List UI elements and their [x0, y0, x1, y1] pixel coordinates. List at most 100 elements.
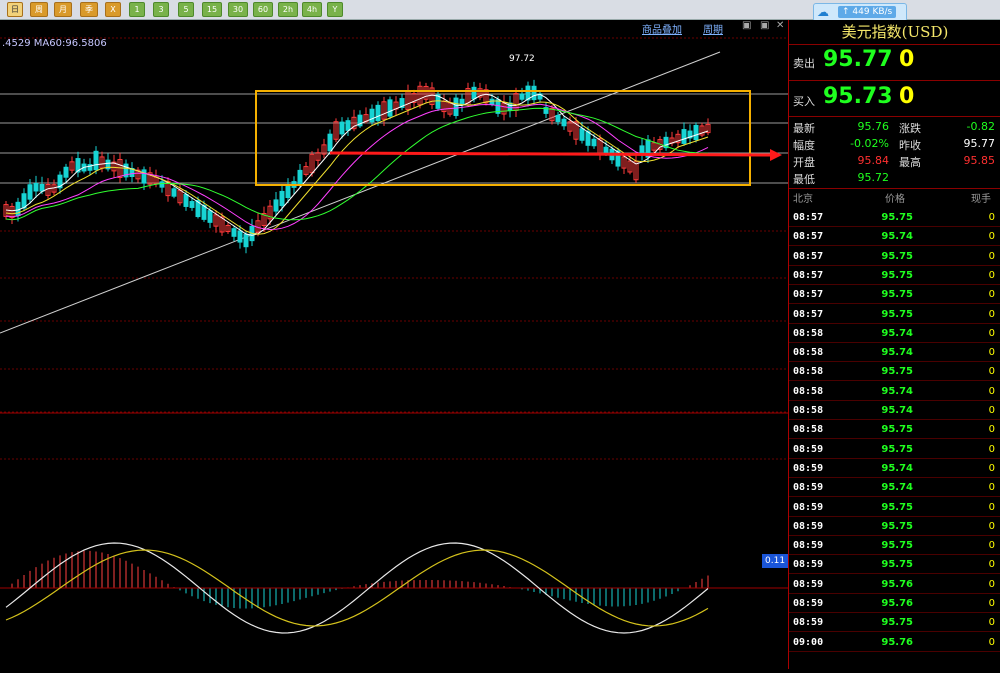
trade-price: 95.75 [881, 366, 913, 378]
period-button[interactable]: 2h [278, 2, 298, 17]
trade-time: 08:59 [793, 617, 824, 629]
window-control-icon[interactable]: ▣ [760, 20, 769, 31]
period-button[interactable]: 季 [80, 2, 98, 17]
trade-row[interactable]: 08:59 95.75 0 [789, 536, 1000, 556]
trade-volume: 0 [988, 617, 995, 629]
stat-label: 昨收 [899, 139, 921, 152]
trade-row[interactable]: 08:58 95.75 0 [789, 420, 1000, 440]
overlay-link[interactable]: 商品叠加 [642, 21, 682, 36]
candle-body [579, 128, 585, 141]
trade-row[interactable]: 08:59 95.74 0 [789, 459, 1000, 478]
period-button[interactable]: 1 [129, 2, 145, 17]
trade-price: 95.76 [881, 578, 913, 590]
period-button[interactable]: 60 [253, 2, 273, 17]
red-arrow [329, 151, 771, 157]
period-button[interactable]: X [105, 2, 121, 17]
trade-time: 08:59 [793, 443, 824, 455]
trade-row[interactable]: 08:57 95.75 0 [789, 247, 1000, 266]
candle-body [507, 102, 513, 111]
trade-time: 08:59 [793, 520, 824, 532]
trade-price: 95.75 [881, 501, 913, 513]
candle-body [591, 138, 597, 147]
trade-time: 08:57 [793, 289, 824, 301]
trade-row[interactable]: 08:59 95.75 0 [789, 498, 1000, 517]
period-button[interactable]: Y [327, 2, 343, 17]
trade-price: 95.76 [881, 636, 913, 648]
stat-value: 95.84 [857, 154, 890, 167]
period-button[interactable]: 日 [7, 2, 23, 17]
candle-body [693, 124, 699, 141]
trade-row[interactable]: 08:57 95.74 0 [789, 227, 1000, 247]
buy-price: 95.73 [823, 84, 893, 109]
trade-volume: 0 [988, 385, 995, 397]
trade-time: 08:57 [793, 308, 824, 320]
stat-value: -0.02% [850, 137, 889, 150]
candle-body [555, 114, 561, 123]
candle-body [231, 228, 237, 237]
period-button[interactable]: 5 [178, 2, 194, 17]
trade-row[interactable]: 08:58 95.74 0 [789, 324, 1000, 343]
trade-row[interactable]: 08:57 95.75 0 [789, 285, 1000, 305]
stat-value: 95.72 [857, 171, 890, 184]
candle-body [519, 93, 525, 100]
trade-time: 08:58 [793, 405, 824, 416]
red-arrow-head [770, 149, 782, 161]
trade-row[interactable]: 08:59 95.75 0 [789, 613, 1000, 633]
candle-body [171, 188, 177, 197]
candle-body [27, 184, 33, 200]
trade-time: 08:59 [793, 462, 824, 474]
trade-row[interactable]: 08:59 95.74 0 [789, 478, 1000, 498]
period-link[interactable]: 周期 [703, 21, 723, 36]
period-button[interactable]: 月 [54, 2, 72, 17]
trade-time: 08:58 [793, 424, 824, 436]
stat-label: 最低 [793, 173, 815, 186]
candle-body [93, 150, 99, 171]
trade-volume: 0 [988, 308, 995, 320]
trade-row[interactable]: 08:58 95.74 0 [789, 401, 1000, 420]
trade-price: 95.75 [881, 520, 913, 532]
trade-row[interactable]: 08:59 95.75 0 [789, 555, 1000, 575]
close-icon[interactable]: ✕ [776, 20, 784, 31]
stat-value: 95.76 [857, 120, 890, 133]
kline-chart-svg[interactable] [0, 20, 788, 669]
candle-body [345, 120, 351, 131]
trade-volume: 0 [988, 231, 995, 243]
candle-body [63, 166, 69, 178]
trade-time: 08:59 [793, 482, 824, 494]
trade-volume: 0 [988, 636, 995, 648]
stat-label: 最高 [899, 156, 921, 169]
trade-price: 95.74 [881, 231, 913, 243]
trade-price: 95.75 [881, 443, 913, 455]
trade-row[interactable]: 08:57 95.75 0 [789, 305, 1000, 324]
trade-row[interactable]: 08:59 95.75 0 [789, 517, 1000, 536]
candle-body [375, 104, 381, 122]
trade-row[interactable]: 08:59 95.76 0 [789, 594, 1000, 613]
trade-time: 08:58 [793, 347, 824, 359]
trade-row[interactable]: 08:59 95.76 0 [789, 575, 1000, 594]
window-control-icon[interactable]: ▣ [742, 20, 751, 31]
candle-body [159, 181, 165, 188]
trade-row[interactable]: 08:58 95.74 0 [789, 382, 1000, 401]
period-button[interactable]: 周 [30, 2, 48, 17]
trade-time: 09:00 [793, 636, 824, 648]
trade-time: 08:59 [793, 598, 824, 609]
period-button[interactable]: 30 [228, 2, 248, 17]
trade-row[interactable]: 08:59 95.75 0 [789, 440, 1000, 459]
period-button[interactable]: 15 [202, 2, 222, 17]
trade-row[interactable]: 08:58 95.75 0 [789, 362, 1000, 382]
stat-value: -0.82 [966, 120, 995, 133]
trade-row[interactable]: 09:00 95.76 0 [789, 633, 1000, 652]
trade-row[interactable]: 08:57 95.75 0 [789, 208, 1000, 227]
trade-row[interactable]: 08:57 95.75 0 [789, 266, 1000, 285]
trade-price: 95.75 [881, 559, 913, 571]
trade-volume: 0 [988, 212, 995, 223]
candle-body [201, 205, 207, 220]
trade-row[interactable]: 08:58 95.74 0 [789, 343, 1000, 363]
period-button[interactable]: 3 [153, 2, 169, 17]
trade-price: 95.74 [881, 327, 913, 339]
trade-volume: 0 [988, 501, 995, 513]
kline-chart-area[interactable]: .4529 MA60:96.5806 商品叠加 周期 ▣ ▣ ✕ 97.72 0… [0, 20, 789, 669]
period-button[interactable]: 4h [302, 2, 322, 17]
candle-body [207, 210, 213, 223]
sell-qty: 0 [899, 47, 915, 72]
